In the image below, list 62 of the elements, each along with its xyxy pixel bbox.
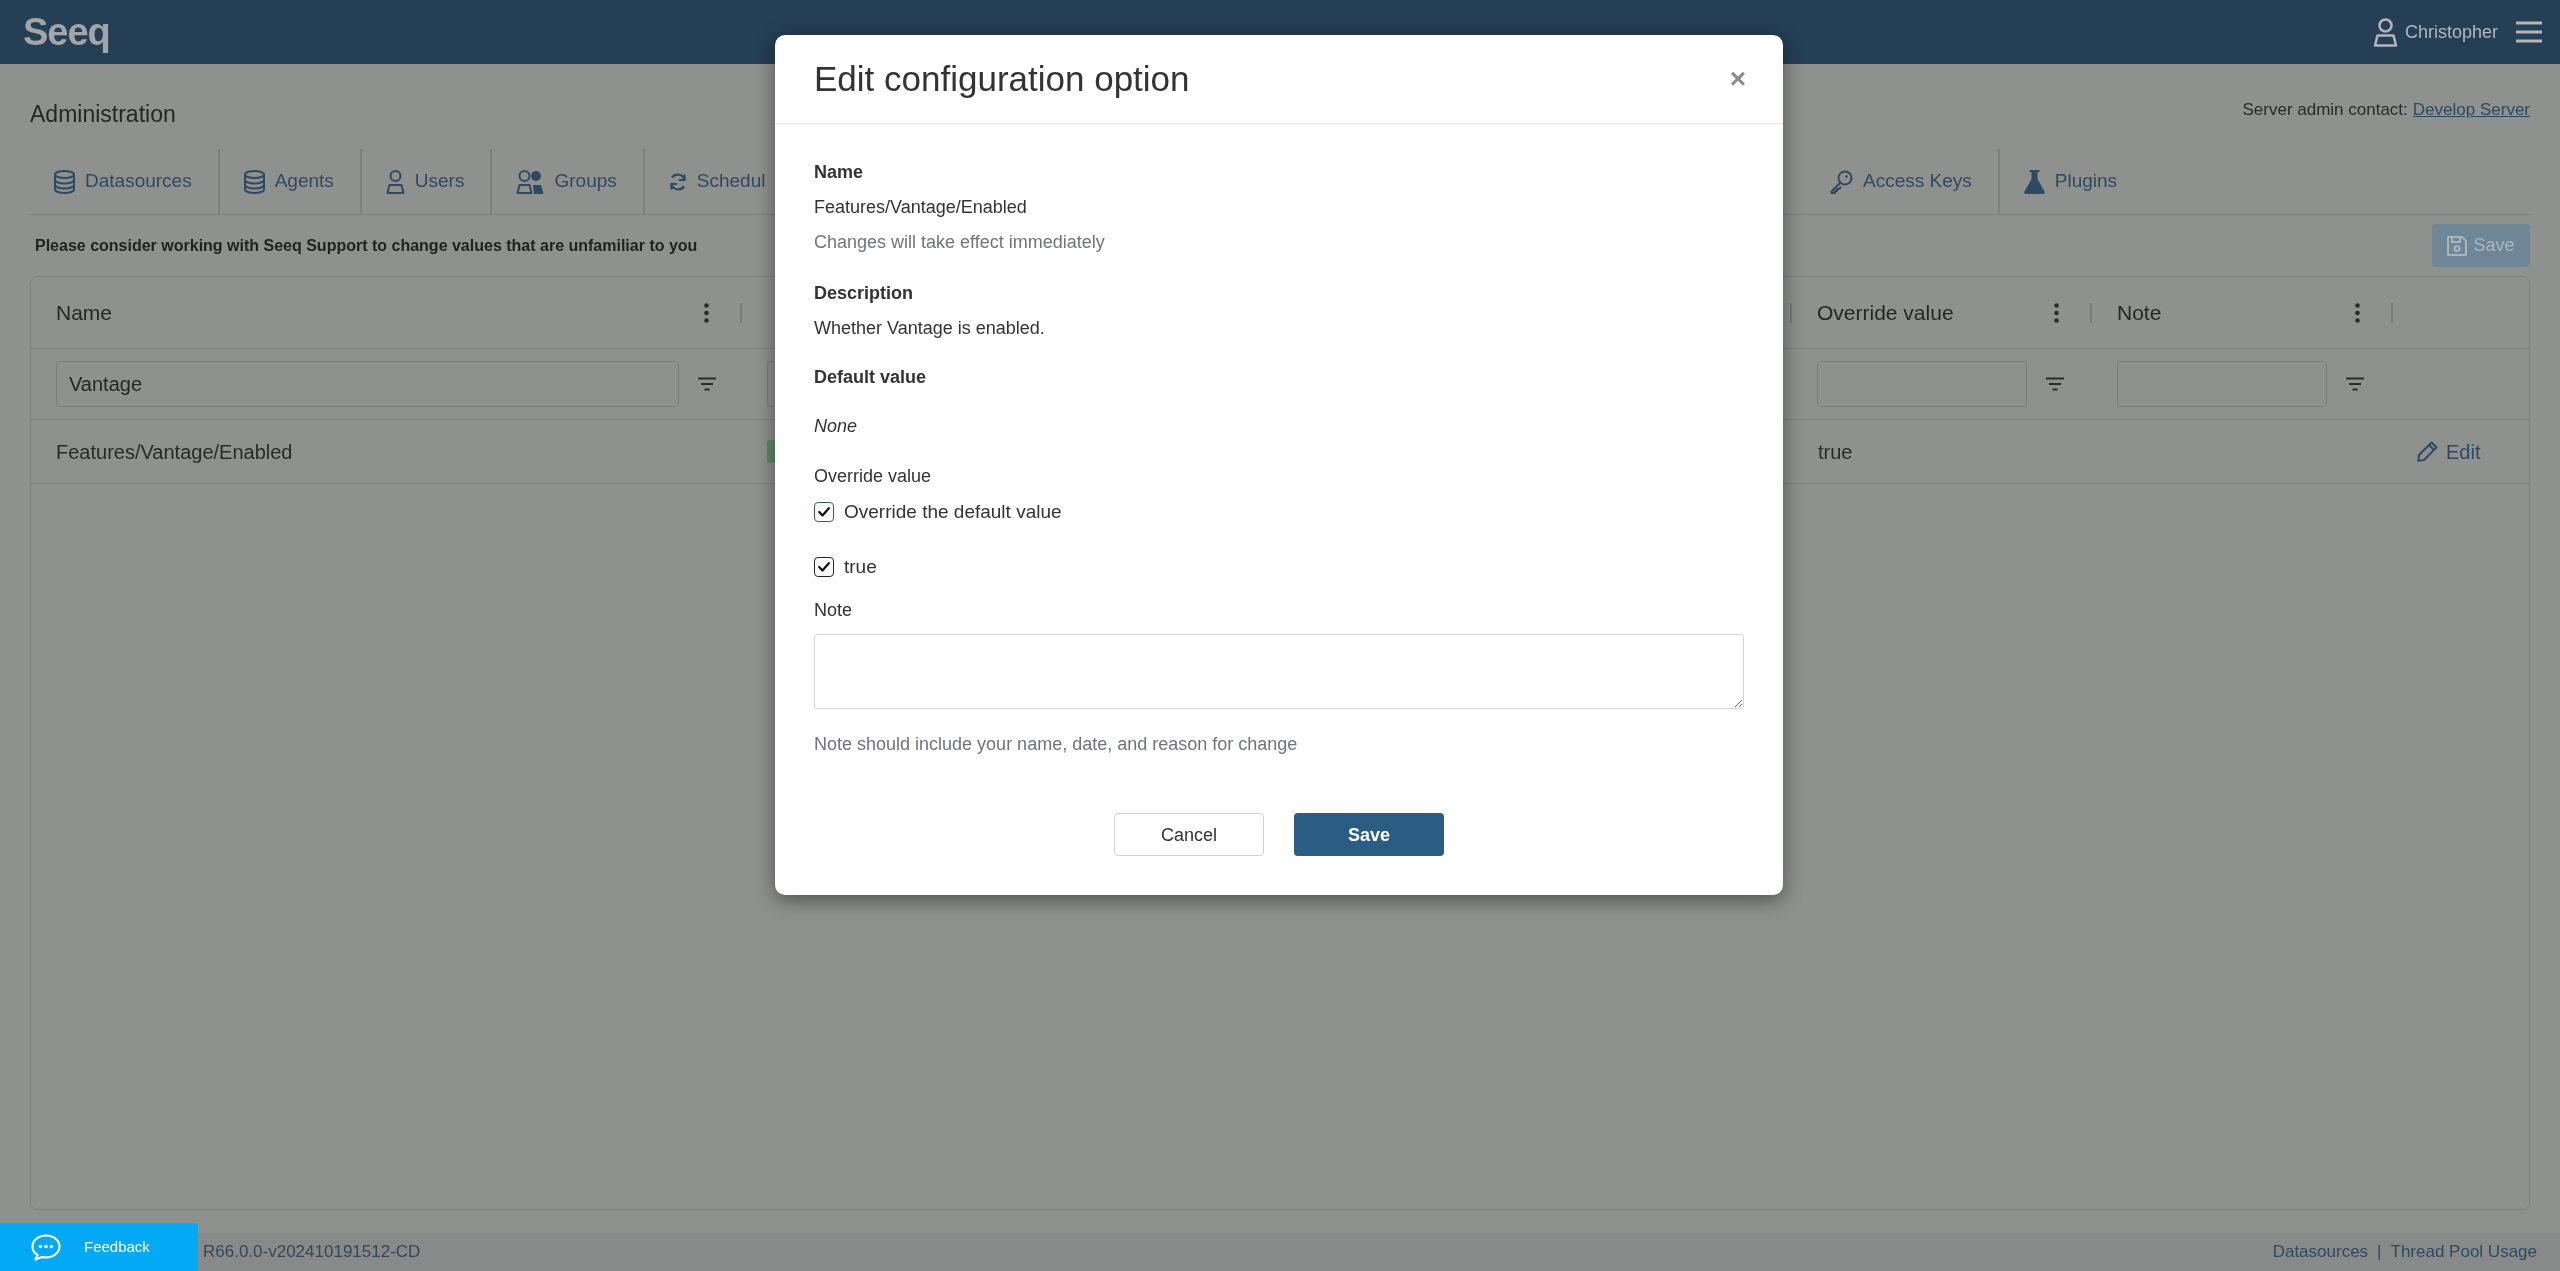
- logo[interactable]: Seeq: [23, 13, 110, 51]
- tab[interactable]: Users: [361, 149, 493, 214]
- chat-bubble-icon: [31, 1233, 61, 1261]
- checkbox[interactable]: [814, 556, 834, 577]
- field-label: Note: [814, 599, 853, 622]
- field-label: Override value: [814, 465, 932, 488]
- tab[interactable]: Agents: [219, 149, 362, 214]
- filter-icon[interactable]: [2046, 377, 2064, 391]
- hint-text: Changes will take effect immediately: [814, 231, 1105, 254]
- column-header: Note: [2116, 299, 2162, 326]
- page-title: Administration: [30, 100, 176, 129]
- checkbox[interactable]: [814, 501, 834, 522]
- user-icon: [385, 169, 405, 194]
- tab[interactable]: Plugins: [1999, 149, 2144, 214]
- footer-link[interactable]: Datasources: [2272, 1239, 2369, 1265]
- field-label: Name: [814, 161, 864, 184]
- tab[interactable]: Datasources: [30, 149, 220, 214]
- checkmark-icon: [818, 561, 830, 572]
- users-icon: [516, 169, 545, 194]
- cancel-button[interactable]: Cancel: [1114, 813, 1264, 856]
- feedback-button[interactable]: Feedback: [0, 1223, 198, 1271]
- close-button[interactable]: ×: [1729, 65, 1746, 93]
- database-icon: [54, 169, 75, 194]
- more-options-icon[interactable]: [2355, 302, 2360, 323]
- tab[interactable]: Groups: [492, 149, 645, 214]
- hint-text: Note should include your name, date, and reason for change: [814, 733, 1298, 756]
- filter-field[interactable]: Vantage: [56, 361, 679, 407]
- database-icon: [243, 169, 265, 194]
- tab[interactable]: Access Keys: [1806, 149, 2000, 214]
- dialog-title: Edit configuration option: [814, 57, 1190, 100]
- field-label: Description: [814, 282, 914, 305]
- refresh-icon: [668, 172, 687, 191]
- column-header: Name: [55, 299, 113, 326]
- field-value: None: [814, 415, 858, 438]
- edit-button[interactable]: Edit: [2417, 436, 2481, 467]
- field-value: Whether Vantage is enabled.: [814, 317, 1045, 340]
- menu-icon[interactable]: [2516, 21, 2542, 43]
- admin-contact-label: Server admin contact:: [2242, 99, 2408, 121]
- note-field[interactable]: [814, 634, 1744, 709]
- field-label: Default value: [814, 366, 927, 389]
- flask-icon: [2023, 169, 2045, 194]
- pencil-icon: [2417, 441, 2438, 462]
- more-options-icon[interactable]: [2054, 302, 2059, 323]
- filter-icon[interactable]: [2346, 377, 2364, 391]
- filter-icon[interactable]: [698, 377, 716, 391]
- admin-contact-link[interactable]: Develop Server: [2412, 98, 2530, 122]
- table-cell-text: Features/Vantage/Enabled: [56, 439, 293, 465]
- column-header: Override value: [1816, 299, 1954, 326]
- more-options-icon[interactable]: [704, 302, 709, 323]
- table-cell-text: true: [1818, 439, 1853, 465]
- checkbox-label: Override the default value: [844, 500, 1062, 524]
- version-text: R66.0.0-v202410191512-CD: [203, 1241, 421, 1264]
- user-name[interactable]: Christopher: [2404, 18, 2498, 46]
- user-icon[interactable]: [2372, 17, 2398, 47]
- footer-link[interactable]: Thread Pool Usage: [2390, 1239, 2537, 1265]
- field-value: Features/Vantage/Enabled: [814, 196, 1027, 219]
- notice-text: Please consider working with Seeq Support to change values that are unfamiliar to you: [34, 235, 698, 256]
- key-icon: [1830, 169, 1853, 194]
- save-button[interactable]: Save: [1294, 813, 1444, 856]
- link-separator: |: [2377, 1241, 2382, 1264]
- checkmark-icon: [818, 506, 830, 517]
- checkbox-label: true: [844, 555, 877, 579]
